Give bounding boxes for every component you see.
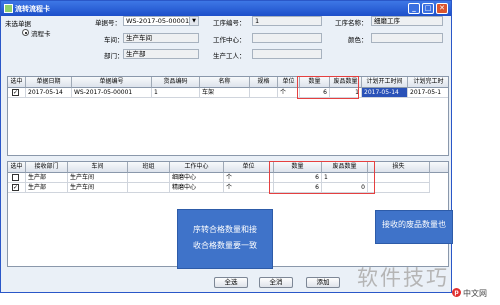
upper-col-header[interactable]: 单据日期	[26, 77, 72, 88]
highlight-box-upper	[297, 76, 359, 99]
highlight-box-lower	[269, 161, 375, 194]
upper-cell-name[interactable]: 车架	[200, 88, 250, 98]
upper-cell-plan-start[interactable]: 2017-05-14	[362, 88, 408, 98]
lower-col-header-filler	[430, 162, 448, 173]
lower-cell-unit[interactable]: 个	[224, 183, 274, 193]
upper-col-header[interactable]: 计划开工时间	[362, 77, 408, 88]
worker-field[interactable]	[252, 49, 322, 59]
process-name-label: 工序名称：	[335, 19, 368, 27]
upper-cell-plan-end[interactable]: 2017-05-1	[408, 88, 448, 98]
upper-col-header[interactable]: 计划完工时	[408, 77, 448, 88]
workshop-field[interactable]: 生产车间	[123, 33, 199, 43]
process-card-radio-label: 流程卡	[31, 30, 51, 38]
annotation-callout-left: 序转合格数量和接 收合格数量要一致	[177, 209, 273, 269]
upper-cell-item-code[interactable]: 1	[152, 88, 200, 98]
app-icon	[4, 4, 13, 13]
lower-cell-workshop[interactable]: 生产车间	[68, 183, 128, 193]
dept-label: 部门：	[104, 52, 124, 60]
process-card-radio[interactable]	[22, 29, 29, 36]
upper-col-header[interactable]: 名称	[200, 77, 250, 88]
lower-cell-workcenter[interactable]: 精磨中心	[170, 183, 224, 193]
select-all-button[interactable]: 全选	[214, 277, 248, 288]
lower-cell-team[interactable]	[128, 183, 170, 193]
doc-no-label: 单据号：	[95, 19, 121, 27]
lower-cell-dept[interactable]: 生产部	[26, 173, 68, 183]
lower-cell-loss[interactable]	[368, 183, 430, 193]
workcenter-label: 工作中心：	[213, 36, 246, 44]
upper-cell-date[interactable]: 2017-05-14	[26, 88, 72, 98]
unselected-docs-label: 未选单据	[5, 20, 31, 28]
upper-col-header[interactable]: 规格	[250, 77, 278, 88]
transfer-dialog: 流转流程卡 _ □ ✕ 未选单据 流程卡 单据号： WS-2017-05-000…	[0, 0, 453, 293]
upper-col-header[interactable]: 选中	[8, 77, 26, 88]
lower-col-header[interactable]: 班组	[128, 162, 170, 173]
doc-no-select[interactable]: WS-2017-05-00001 ▼	[123, 16, 199, 26]
color-field[interactable]	[371, 33, 443, 43]
lower-col-header[interactable]: 单位	[224, 162, 274, 173]
lower-cell-dept[interactable]: 生产部	[26, 183, 68, 193]
lower-cell-team[interactable]	[128, 173, 170, 183]
process-name-field[interactable]: 细磨工序	[371, 16, 443, 26]
annotation-callout-right: 接收的废品数量也	[375, 210, 453, 244]
worker-label: 生产工人：	[213, 52, 246, 60]
process-no-label: 工序编号：	[213, 19, 246, 27]
upper-col-header[interactable]: 单据编号	[72, 77, 152, 88]
callout-left-line-1: 序转合格数量和接	[193, 225, 257, 234]
lower-cell-unit[interactable]: 个	[224, 173, 274, 183]
chevron-down-icon[interactable]: ▼	[189, 17, 198, 25]
workshop-label: 车间：	[104, 36, 124, 44]
upper-grid: 选中 单据日期 单据编号 货品编码 名称 规格 单位 数量 废品数量 计划开工时…	[7, 76, 449, 156]
callout-left-line-2: 收合格数量要一致	[193, 241, 257, 250]
process-no-field[interactable]: 1	[252, 16, 322, 26]
upper-cell-spec[interactable]	[250, 88, 278, 98]
lower-cell-workcenter[interactable]: 细磨中心	[170, 173, 224, 183]
row-checkbox[interactable]	[12, 174, 19, 181]
upper-col-header[interactable]: 货品编码	[152, 77, 200, 88]
watermark-text: 软件技巧	[357, 266, 449, 290]
lower-col-header[interactable]: 车间	[68, 162, 128, 173]
deselect-all-button[interactable]: 全消	[259, 277, 293, 288]
dept-field[interactable]: 生产部	[123, 49, 199, 59]
upper-cell-doc-no[interactable]: WS-2017-05-00001	[72, 88, 152, 98]
lower-col-header[interactable]: 选中	[8, 162, 26, 173]
lower-cell-loss[interactable]	[368, 173, 430, 183]
row-checkbox[interactable]: ✓	[12, 184, 19, 191]
minimize-button[interactable]: _	[408, 3, 420, 14]
window-title: 流转流程卡	[15, 5, 50, 13]
color-label: 颜色：	[348, 36, 368, 44]
add-button[interactable]: 添加	[306, 277, 340, 288]
row-checkbox[interactable]: ✓	[12, 89, 19, 96]
lower-col-header[interactable]: 工作中心	[170, 162, 224, 173]
lower-col-header[interactable]: 接收部门	[26, 162, 68, 173]
close-button[interactable]: ✕	[436, 3, 448, 14]
title-bar: 流转流程卡 _ □ ✕	[1, 1, 451, 16]
watermark-site: 中文网	[463, 289, 487, 298]
watermark-badge: p	[452, 288, 461, 297]
lower-cell-workshop[interactable]: 生产车间	[68, 173, 128, 183]
lower-col-header[interactable]: 损失	[368, 162, 430, 173]
callout-right-text: 接收的废品数量也	[382, 220, 446, 229]
workcenter-field[interactable]	[252, 33, 322, 43]
maximize-button[interactable]: □	[422, 3, 434, 14]
